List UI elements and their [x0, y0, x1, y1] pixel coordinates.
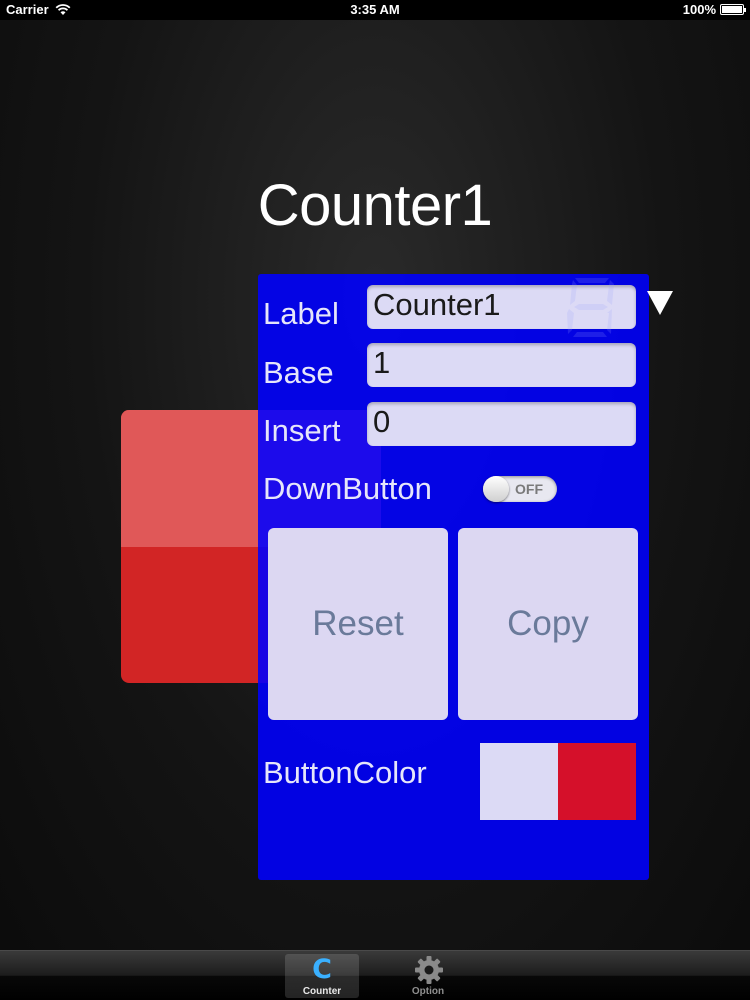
counter-title: Counter1 — [257, 173, 493, 238]
status-bar: Carrier 3:35 AM 100% — [0, 0, 750, 20]
tab-option[interactable]: Option — [391, 954, 465, 998]
toggle-knob — [483, 476, 509, 502]
battery-nub — [744, 8, 746, 12]
button-color-swatch-light[interactable] — [480, 743, 558, 820]
battery-percent: 100% — [682, 2, 716, 17]
status-right: 100% — [682, 2, 746, 17]
status-time: 3:35 AM — [350, 2, 400, 17]
insert-caption: Insert — [263, 413, 341, 448]
down-button-caption: DownButton — [263, 471, 432, 506]
button-color-swatch-red[interactable] — [558, 743, 636, 820]
tab-counter[interactable]: C Counter — [285, 954, 359, 998]
counter-c-icon: C — [312, 954, 332, 985]
tab-option-label: Option — [411, 986, 445, 997]
copy-button[interactable]: Copy — [458, 528, 638, 720]
down-button-toggle[interactable]: OFF — [483, 476, 557, 502]
reset-button[interactable]: Reset — [268, 528, 448, 720]
tab-counter-label: Counter — [302, 986, 342, 997]
base-input[interactable]: 1 — [367, 343, 636, 387]
toggle-text: OFF — [515, 481, 543, 497]
base-caption: Base — [263, 355, 334, 390]
tab-bar: C Counter Option — [0, 950, 750, 1000]
button-color-caption: ButtonColor — [263, 755, 427, 790]
battery-icon — [720, 4, 746, 15]
label-caption: Label — [263, 296, 339, 331]
dropdown-arrow-icon[interactable] — [647, 291, 673, 315]
insert-input[interactable]: 0 — [367, 402, 636, 446]
battery-fill — [722, 6, 742, 13]
settings-panel: Label Counter1 Base 1 Insert 0 DownButto… — [258, 274, 649, 880]
seven-segment-digit-icon — [567, 278, 614, 337]
gear-icon — [415, 956, 443, 984]
